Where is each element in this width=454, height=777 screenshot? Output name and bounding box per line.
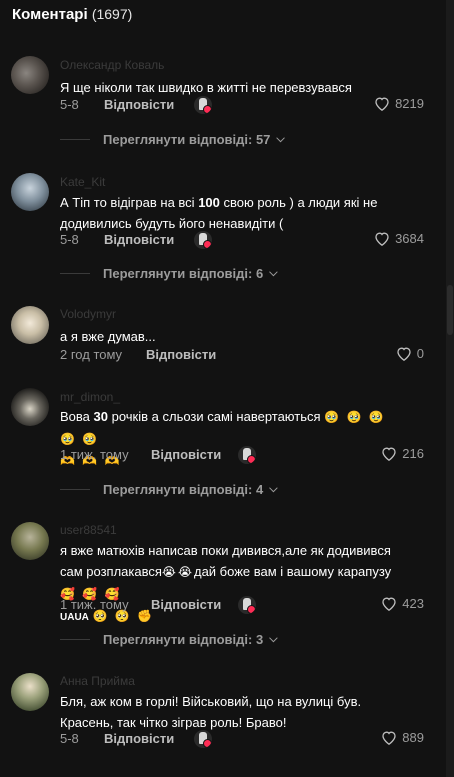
divider (60, 273, 90, 274)
like-count: 3684 (395, 231, 424, 246)
like-button[interactable]: 216 (381, 446, 424, 461)
comment-username[interactable]: Анна Прийма (60, 674, 135, 688)
reply-button[interactable]: Відповісти (151, 597, 221, 612)
avatar[interactable] (11, 522, 49, 560)
comment-date: 5-8 (60, 730, 79, 746)
divider (60, 139, 90, 140)
like-button[interactable]: 8219 (374, 96, 424, 111)
comment-username[interactable]: mr_dimon_ (60, 390, 120, 404)
heart-icon (375, 232, 389, 246)
emoji-label: UAUA (60, 612, 89, 623)
comment-meta: 5-8 Відповісти (60, 230, 174, 248)
avatar[interactable] (11, 306, 49, 344)
avatar[interactable] (11, 56, 49, 94)
creator-liked-icon (238, 446, 256, 464)
scrollbar-thumb[interactable] (447, 285, 453, 335)
view-replies-button[interactable]: Переглянути відповіді: 57 ⌵ (60, 132, 285, 147)
heart-icon (382, 597, 396, 611)
comment-username[interactable]: Volodymyr (60, 307, 116, 321)
comment-date: 5-8 (60, 231, 79, 247)
comment-text: Бля, аж ком в горлі! Військовий, що на в… (60, 694, 362, 730)
comment-username[interactable]: Kate_Kit (60, 175, 105, 189)
avatar[interactable] (11, 673, 49, 711)
view-replies-button[interactable]: Переглянути відповіді: 4 ⌵ (60, 482, 278, 497)
like-count: 423 (402, 596, 424, 611)
divider (60, 489, 90, 490)
creator-liked-icon (194, 730, 212, 748)
comments-title: Коментарі (12, 6, 88, 23)
view-replies-button[interactable]: Переглянути відповіді: 3 ⌵ (60, 632, 278, 647)
chevron-down-icon: ⌵ (276, 133, 285, 145)
reply-button[interactable]: Відповісти (146, 347, 216, 362)
like-count: 8219 (395, 96, 424, 111)
like-button[interactable]: 889 (381, 730, 424, 745)
like-button[interactable]: 0 (396, 346, 424, 361)
view-replies-label: Переглянути відповіді: 57 (103, 132, 271, 147)
like-count: 0 (416, 346, 424, 361)
comment-username[interactable]: Олександр Коваль (60, 58, 164, 72)
heart-icon (382, 447, 396, 461)
reply-button[interactable]: Відповісти (104, 97, 174, 112)
divider (60, 639, 90, 640)
chevron-down-icon: ⌵ (269, 267, 278, 279)
comment-meta: 5-8 Відповісти (60, 95, 174, 113)
comment-text: А Тіп то відіграв на всі 100 свою роль )… (60, 195, 378, 231)
avatar[interactable] (11, 388, 49, 426)
comments-count: (1697) (91, 6, 133, 22)
reply-button[interactable]: Відповісти (104, 232, 174, 247)
heart-icon (375, 97, 389, 111)
view-replies-label: Переглянути відповіді: 4 (103, 482, 264, 497)
view-replies-label: Переглянути відповіді: 3 (103, 632, 264, 647)
comment-text: а я вже думав... (60, 329, 156, 344)
comments-header: Коментарі (1697) (12, 6, 132, 23)
reply-button[interactable]: Відповісти (151, 447, 221, 462)
comment-username[interactable]: user88541 (60, 523, 117, 537)
creator-liked-icon (194, 231, 212, 249)
chevron-down-icon: ⌵ (269, 483, 278, 495)
comment-date: 1 тиж. тому (60, 446, 129, 462)
chevron-down-icon: ⌵ (269, 633, 278, 645)
like-button[interactable]: 3684 (374, 231, 424, 246)
comment-meta: 1 тиж. тому Відповісти (60, 445, 221, 463)
like-count: 216 (402, 446, 424, 461)
comment-meta: 1 тиж. тому Відповісти (60, 595, 221, 613)
creator-liked-icon (194, 96, 212, 114)
heart-icon (382, 731, 396, 745)
heart-icon (397, 347, 411, 361)
comment-text: я вже матюхів написав поки дивився,але я… (60, 543, 392, 623)
comment-date: 5-8 (60, 96, 79, 112)
view-replies-button[interactable]: Переглянути відповіді: 6 ⌵ (60, 266, 278, 281)
creator-liked-icon (238, 596, 256, 614)
like-count: 889 (402, 730, 424, 745)
view-replies-label: Переглянути відповіді: 6 (103, 266, 264, 281)
reply-button[interactable]: Відповісти (104, 731, 174, 746)
avatar[interactable] (11, 173, 49, 211)
comment-date: 1 тиж. тому (60, 596, 129, 612)
comment-date: 2 год тому (60, 346, 123, 362)
comment-meta: 2 год тому Відповісти (60, 345, 216, 363)
like-button[interactable]: 423 (381, 596, 424, 611)
scrollbar[interactable] (446, 0, 454, 777)
comment-meta: 5-8 Відповісти (60, 729, 174, 747)
